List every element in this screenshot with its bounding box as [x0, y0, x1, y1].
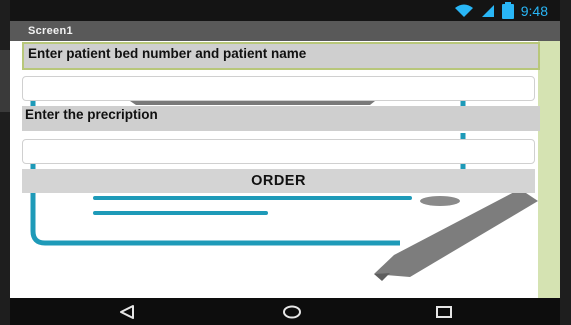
patient-info-label: Enter patient bed number and patient nam…: [22, 42, 540, 70]
status-icons: 9:48: [454, 1, 548, 20]
status-bar: 9:48: [10, 0, 560, 21]
prescription-label: Enter the precription: [22, 106, 540, 131]
recent-apps-button[interactable]: [432, 302, 456, 321]
screen-title: Screen1: [28, 25, 73, 37]
home-icon: [283, 305, 301, 318]
back-icon: [120, 304, 134, 319]
status-time: 9:48: [520, 3, 548, 19]
phone-bezel-left: [0, 0, 10, 325]
recent-apps-icon: [436, 305, 452, 318]
order-button[interactable]: ORDER: [22, 169, 535, 193]
app-screen: Enter patient bed number and patient nam…: [10, 41, 560, 298]
android-navigation-bar: [10, 298, 560, 325]
home-button[interactable]: [280, 302, 304, 321]
phone-frame: 9:48 Screen1 Enter patient bed number an…: [0, 0, 571, 325]
prescription-input[interactable]: [22, 139, 535, 164]
back-button[interactable]: [115, 302, 139, 321]
phone-bezel-right: [560, 0, 571, 325]
battery-icon: [501, 1, 514, 19]
app-title-bar: Screen1: [10, 21, 560, 41]
signal-icon: [481, 5, 494, 17]
phone-side-button: [0, 50, 10, 112]
wifi-icon: [454, 4, 473, 17]
patient-info-input[interactable]: [22, 76, 535, 101]
screen-side-strip: [538, 41, 560, 298]
